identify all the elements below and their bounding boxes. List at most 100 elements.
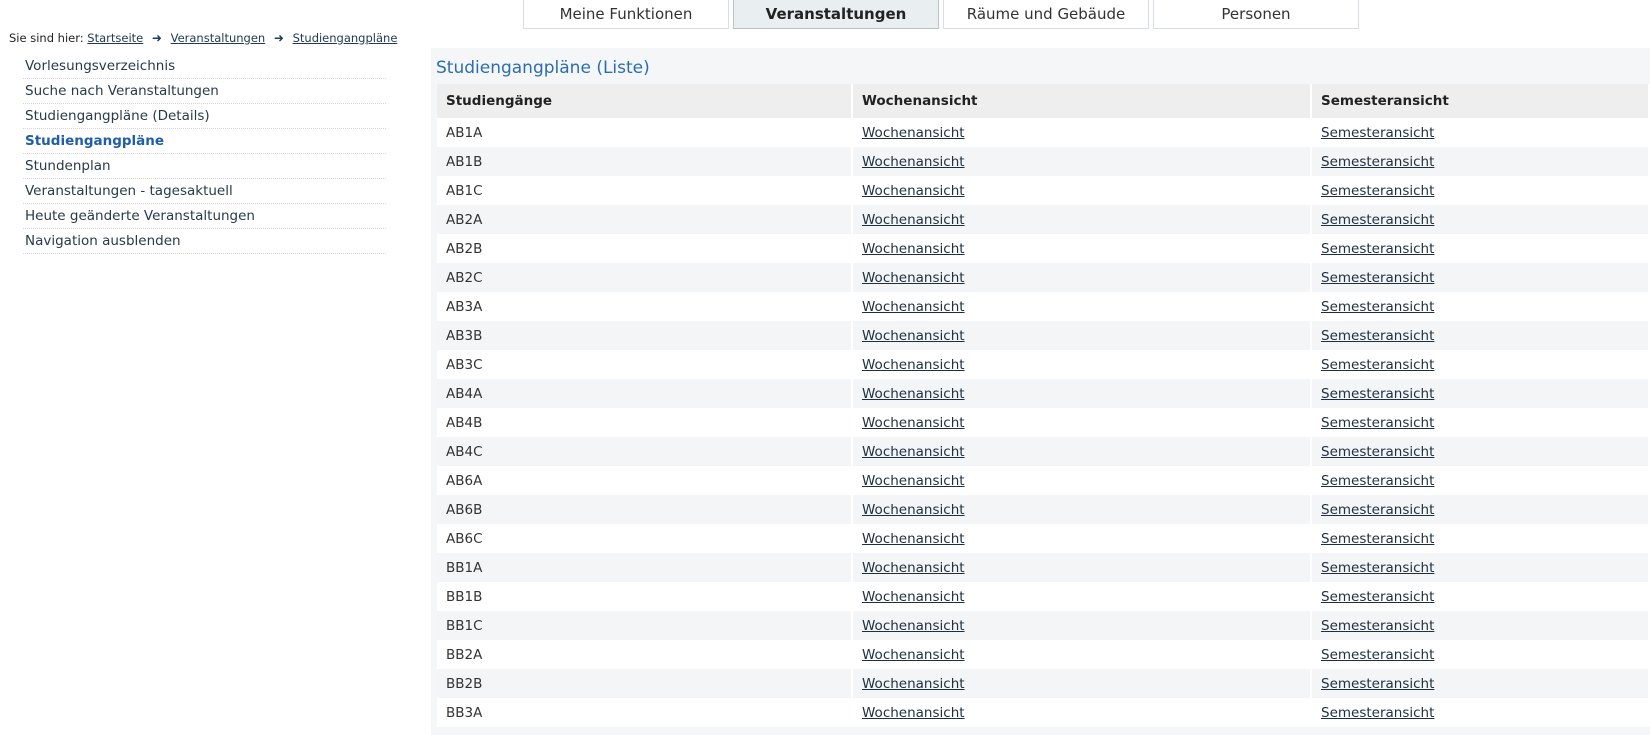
week-view-cell: Wochenansicht (852, 321, 1312, 350)
table-row: AB4C Wochenansicht Semesteransicht (437, 437, 1650, 466)
table-row: AB6C Wochenansicht Semesteransicht (437, 524, 1650, 553)
semester-view-cell: Semesteransicht (1311, 263, 1650, 292)
column-header-wochenansicht: Wochenansicht (852, 84, 1312, 118)
program-cell: AB6A (437, 466, 853, 495)
week-view-link[interactable]: Wochenansicht (862, 502, 965, 518)
week-view-cell: Wochenansicht (852, 263, 1312, 292)
arrow-right-icon: ➜ (151, 31, 162, 45)
week-view-cell: Wochenansicht (852, 582, 1312, 611)
week-view-link[interactable]: Wochenansicht (862, 444, 965, 460)
column-header-studiengaenge: Studiengänge (437, 84, 853, 118)
table-row: AB1B Wochenansicht Semesteransicht (437, 147, 1650, 176)
table-row: AB2B Wochenansicht Semesteransicht (437, 234, 1650, 263)
semester-view-link[interactable]: Semesteransicht (1321, 183, 1434, 199)
semester-view-link[interactable]: Semesteransicht (1321, 705, 1434, 721)
program-cell: AB2B (437, 234, 853, 263)
table-row: AB6B Wochenansicht Semesteransicht (437, 495, 1650, 524)
semester-view-link[interactable]: Semesteransicht (1321, 589, 1434, 605)
week-view-link[interactable]: Wochenansicht (862, 676, 965, 692)
week-view-link[interactable]: Wochenansicht (862, 183, 965, 199)
program-cell: BB3A (437, 698, 853, 727)
week-view-link[interactable]: Wochenansicht (862, 299, 965, 315)
table-header-row: Studiengänge Wochenansicht Semesteransic… (437, 84, 1650, 118)
semester-view-link[interactable]: Semesteransicht (1321, 270, 1434, 286)
sidebar-item-studiengangplaene[interactable]: Studiengangpläne (23, 129, 386, 154)
program-cell: AB3A (437, 292, 853, 321)
semester-view-cell: Semesteransicht (1311, 205, 1650, 234)
semester-view-link[interactable]: Semesteransicht (1321, 299, 1434, 315)
tab-meine-funktionen[interactable]: Meine Funktionen (523, 0, 729, 29)
table-row: BB1C Wochenansicht Semesteransicht (437, 611, 1650, 640)
semester-view-cell: Semesteransicht (1311, 118, 1650, 147)
week-view-link[interactable]: Wochenansicht (862, 270, 965, 286)
week-view-cell: Wochenansicht (852, 698, 1312, 727)
program-cell: AB6C (437, 524, 853, 553)
week-view-link[interactable]: Wochenansicht (862, 647, 965, 663)
semester-view-link[interactable]: Semesteransicht (1321, 125, 1434, 141)
study-plans-table: Studiengänge Wochenansicht Semesteransic… (437, 84, 1650, 727)
week-view-link[interactable]: Wochenansicht (862, 415, 965, 431)
program-cell: AB1B (437, 147, 853, 176)
week-view-link[interactable]: Wochenansicht (862, 154, 965, 170)
semester-view-link[interactable]: Semesteransicht (1321, 415, 1434, 431)
week-view-link[interactable]: Wochenansicht (862, 386, 965, 402)
week-view-link[interactable]: Wochenansicht (862, 531, 965, 547)
semester-view-cell: Semesteransicht (1311, 176, 1650, 205)
week-view-link[interactable]: Wochenansicht (862, 328, 965, 344)
week-view-link[interactable]: Wochenansicht (862, 212, 965, 228)
week-view-cell: Wochenansicht (852, 611, 1312, 640)
semester-view-link[interactable]: Semesteransicht (1321, 154, 1434, 170)
program-cell: AB4B (437, 408, 853, 437)
week-view-link[interactable]: Wochenansicht (862, 357, 965, 373)
week-view-link[interactable]: Wochenansicht (862, 473, 965, 489)
sidebar-item-navigation-ausblenden[interactable]: Navigation ausblenden (23, 229, 386, 254)
table-row: AB3C Wochenansicht Semesteransicht (437, 350, 1650, 379)
tab-veranstaltungen[interactable]: Veranstaltungen (733, 0, 939, 29)
week-view-cell: Wochenansicht (852, 524, 1312, 553)
week-view-link[interactable]: Wochenansicht (862, 618, 965, 634)
week-view-link[interactable]: Wochenansicht (862, 589, 965, 605)
semester-view-link[interactable]: Semesteransicht (1321, 560, 1434, 576)
sidebar-item-heute-geaenderte-veranstaltungen[interactable]: Heute geänderte Veranstaltungen (23, 204, 386, 229)
breadcrumb-link-veranstaltungen[interactable]: Veranstaltungen (171, 31, 266, 45)
semester-view-link[interactable]: Semesteransicht (1321, 531, 1434, 547)
sidebar-item-vorlesungsverzeichnis[interactable]: Vorlesungsverzeichnis (23, 54, 386, 79)
sidebar-item-veranstaltungen-tagesaktuell[interactable]: Veranstaltungen - tagesaktuell (23, 179, 386, 204)
semester-view-link[interactable]: Semesteransicht (1321, 386, 1434, 402)
week-view-link[interactable]: Wochenansicht (862, 125, 965, 141)
sidebar-item-studiengangplaene-details[interactable]: Studiengangpläne (Details) (23, 104, 386, 129)
program-cell: AB6B (437, 495, 853, 524)
semester-view-link[interactable]: Semesteransicht (1321, 241, 1434, 257)
sidebar-item-suche-nach-veranstaltungen[interactable]: Suche nach Veranstaltungen (23, 79, 386, 104)
program-cell: AB4C (437, 437, 853, 466)
program-cell: BB2A (437, 640, 853, 669)
table-row: AB2A Wochenansicht Semesteransicht (437, 205, 1650, 234)
sidebar-item-stundenplan[interactable]: Stundenplan (23, 154, 386, 179)
column-header-semesteransicht: Semesteransicht (1311, 84, 1650, 118)
semester-view-cell: Semesteransicht (1311, 698, 1650, 727)
semester-view-link[interactable]: Semesteransicht (1321, 647, 1434, 663)
sidebar-nav: Vorlesungsverzeichnis Suche nach Veranst… (23, 54, 386, 254)
semester-view-link[interactable]: Semesteransicht (1321, 444, 1434, 460)
table-row: AB4B Wochenansicht Semesteransicht (437, 408, 1650, 437)
semester-view-link[interactable]: Semesteransicht (1321, 328, 1434, 344)
tab-personen[interactable]: Personen (1153, 0, 1359, 29)
breadcrumb-link-studiengangplaene[interactable]: Studiengangpläne (293, 31, 398, 45)
week-view-link[interactable]: Wochenansicht (862, 705, 965, 721)
week-view-cell: Wochenansicht (852, 147, 1312, 176)
semester-view-link[interactable]: Semesteransicht (1321, 357, 1434, 373)
table-row: AB1A Wochenansicht Semesteransicht (437, 118, 1650, 147)
tab-raeume-und-gebaeude[interactable]: Räume und Gebäude (943, 0, 1149, 29)
week-view-link[interactable]: Wochenansicht (862, 560, 965, 576)
semester-view-link[interactable]: Semesteransicht (1321, 212, 1434, 228)
breadcrumb: Sie sind hier: Startseite ➜ Veranstaltun… (9, 31, 397, 45)
week-view-cell: Wochenansicht (852, 466, 1312, 495)
semester-view-link[interactable]: Semesteransicht (1321, 618, 1434, 634)
week-view-link[interactable]: Wochenansicht (862, 241, 965, 257)
breadcrumb-link-startseite[interactable]: Startseite (87, 31, 143, 45)
semester-view-link[interactable]: Semesteransicht (1321, 676, 1434, 692)
semester-view-link[interactable]: Semesteransicht (1321, 473, 1434, 489)
week-view-cell: Wochenansicht (852, 176, 1312, 205)
semester-view-link[interactable]: Semesteransicht (1321, 502, 1434, 518)
program-cell: AB1A (437, 118, 853, 147)
